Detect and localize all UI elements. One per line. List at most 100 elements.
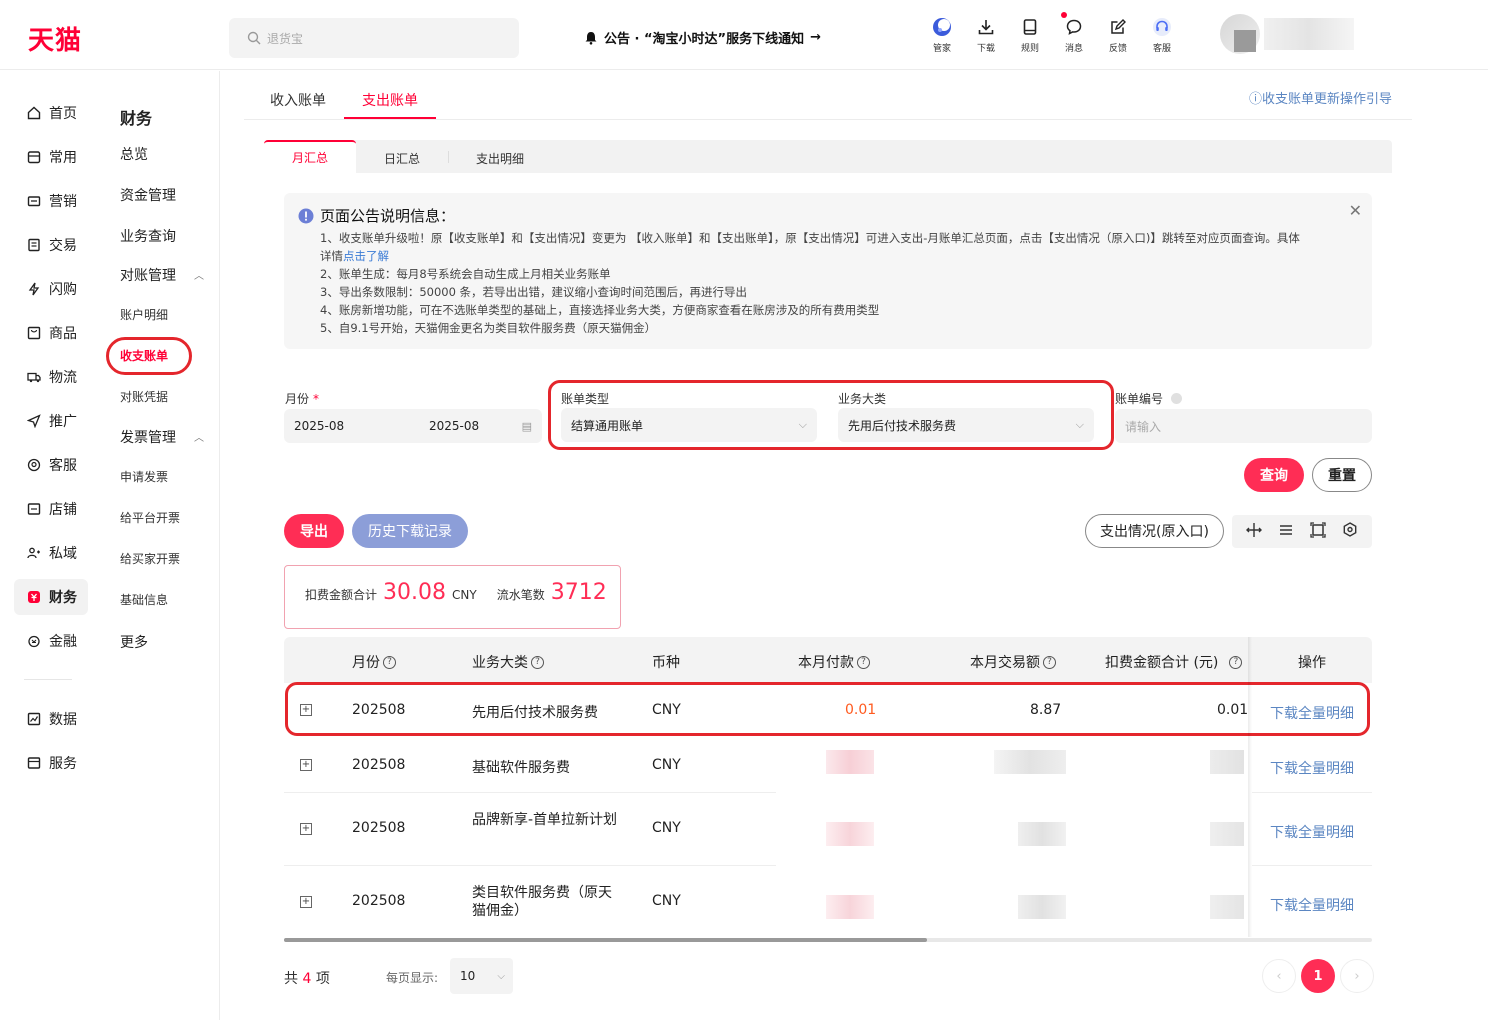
help-icon[interactable]: ?: [857, 655, 870, 669]
help-icon[interactable]: ?: [383, 655, 396, 669]
subnav-item-vouchers[interactable]: 对账凭据: [120, 388, 168, 405]
download-button[interactable]: 下载: [964, 16, 1008, 54]
notice-link[interactable]: 公告 · “淘宝小时达”服务下线通知 →: [584, 28, 821, 47]
nav-item-service[interactable]: 客服: [14, 447, 88, 483]
history-button[interactable]: 历史下载记录: [352, 514, 468, 548]
nav-item-flash[interactable]: 闪购: [14, 271, 88, 307]
info-icon: [298, 208, 314, 223]
annotation-box-row: [285, 682, 1370, 736]
reset-button[interactable]: 重置: [1312, 458, 1372, 492]
column-header-month[interactable]: 月份?: [352, 652, 396, 672]
arrow-right-icon: →: [810, 30, 821, 45]
download-detail-link[interactable]: 下载全量明细: [1270, 758, 1354, 778]
cell-month: 202508: [352, 893, 406, 909]
tab-expense[interactable]: 支出账单: [362, 90, 418, 110]
customer-service-button[interactable]: 客服: [1140, 16, 1184, 54]
announcement-line: 4、账房新增功能，可在不选账单类型的基础上，直接选择业务大类，方便商家查看在账房…: [320, 303, 880, 317]
subnav-item-account-detail[interactable]: 账户明细: [120, 306, 168, 323]
month-range-picker[interactable]: 2025-08 2025-08 ▤: [284, 409, 542, 443]
column-header-fee-total[interactable]: 扣费金额合计 (元)?: [1105, 652, 1243, 672]
message-button[interactable]: 消息: [1052, 12, 1096, 54]
assistant-button[interactable]: 管家: [920, 16, 964, 54]
bell-icon: [585, 31, 597, 45]
nav-item-trade[interactable]: 交易: [14, 227, 88, 263]
bank-icon: [26, 633, 42, 649]
query-button[interactable]: 查询: [1244, 458, 1304, 492]
density-icon[interactable]: [1278, 522, 1294, 542]
bill-no-input[interactable]: 请输入: [1115, 409, 1372, 443]
nav-item-finance[interactable]: 财务: [14, 579, 88, 615]
nav-item-label: 营销: [49, 194, 77, 210]
expand-row-icon[interactable]: +: [300, 823, 312, 835]
subnav-item-business-query[interactable]: 业务查询: [120, 226, 176, 246]
tab-income[interactable]: 收入账单: [270, 90, 326, 110]
subnav-item-funds[interactable]: 资金管理: [120, 185, 176, 205]
help-icon[interactable]: ?: [531, 655, 544, 669]
nav-item-private-domain[interactable]: 私域: [14, 535, 88, 571]
column-header-category[interactable]: 业务大类?: [472, 652, 544, 672]
search-input[interactable]: 退货宝: [229, 18, 519, 58]
column-move-icon[interactable]: [1246, 522, 1262, 542]
help-icon[interactable]: ?: [1229, 655, 1243, 669]
month-end[interactable]: 2025-08: [429, 419, 479, 433]
nav-item-goods[interactable]: 商品: [14, 315, 88, 351]
nav-item-promote[interactable]: 推广: [14, 403, 88, 439]
guide-link[interactable]: ⓘ收支账单更新操作引导: [1249, 88, 1392, 107]
nav-item-bank[interactable]: 金融: [14, 623, 88, 659]
nav-item-frequent[interactable]: 常用: [14, 139, 88, 175]
download-detail-link[interactable]: 下载全量明细: [1270, 895, 1354, 915]
page-button-current[interactable]: 1: [1301, 959, 1335, 993]
cell-currency: CNY: [652, 893, 681, 909]
subnav-item-overview[interactable]: 总览: [120, 144, 148, 164]
subtab-expense-detail[interactable]: 支出明细: [476, 150, 524, 167]
headset-icon: [1153, 18, 1171, 36]
nav-item-label: 客服: [49, 458, 77, 474]
expand-row-icon[interactable]: +: [300, 896, 312, 908]
subnav-item-apply-invoice[interactable]: 申请发票: [120, 468, 168, 485]
old-entry-button[interactable]: 支出情况(原入口): [1085, 514, 1224, 548]
rules-button[interactable]: 规则: [1008, 16, 1052, 54]
nav-item-label: 物流: [49, 370, 77, 386]
expand-row-icon[interactable]: +: [300, 759, 312, 771]
next-page-button[interactable]: ›: [1340, 959, 1374, 993]
column-header-trade-amount[interactable]: 本月交易额?: [970, 652, 1056, 672]
annotation-circle-bills: [106, 337, 192, 375]
announcement-panel: 页面公告说明信息： ✕ 1、收支账单升级啦！原【收支账单】和【支出情况】变更为 …: [284, 193, 1372, 349]
per-page-select[interactable]: 10 ⌵: [450, 958, 513, 994]
month-label-text: 月份: [285, 392, 310, 406]
column-header-label: 业务大类: [472, 655, 528, 671]
subtab-daily[interactable]: 日汇总: [384, 150, 420, 167]
subnav-item-invoice-buyer[interactable]: 给买家开票: [120, 550, 180, 567]
subnav-item-basic-info[interactable]: 基础信息: [120, 591, 168, 608]
learn-more-link[interactable]: 点击了解: [343, 249, 389, 263]
nav-item-store[interactable]: 店铺: [14, 491, 88, 527]
download-detail-link[interactable]: 下载全量明细: [1270, 822, 1354, 842]
subnav-item-more[interactable]: 更多: [120, 632, 148, 652]
export-button[interactable]: 导出: [284, 514, 344, 548]
subtab-monthly[interactable]: 月汇总: [264, 140, 356, 173]
help-icon[interactable]: ?: [1043, 655, 1056, 669]
nav-item-services[interactable]: 服务: [14, 745, 88, 781]
fee-total-label: 扣费金额合计: [305, 588, 378, 602]
column-header-payment[interactable]: 本月付款?: [798, 652, 870, 672]
fee-total-value: 30.08: [383, 580, 446, 605]
nav-item-marketing[interactable]: 营销: [14, 183, 88, 219]
tmall-logo[interactable]: 天猫: [28, 20, 82, 57]
feedback-button[interactable]: 反馈: [1096, 16, 1140, 54]
prev-page-button[interactable]: ‹: [1262, 959, 1296, 993]
nav-item-logistics[interactable]: 物流: [14, 359, 88, 395]
user-avatar[interactable]: [1220, 14, 1380, 54]
settings-gear-icon[interactable]: [1342, 521, 1358, 542]
subnav-group-invoice[interactable]: 发票管理 ︿: [120, 427, 210, 447]
nav-item-label: 数据: [49, 712, 77, 728]
close-icon[interactable]: ✕: [1349, 201, 1362, 220]
subnav-item-invoice-platform[interactable]: 给平台开票: [120, 509, 180, 526]
month-start[interactable]: 2025-08: [294, 419, 344, 433]
cell-currency: CNY: [652, 757, 681, 773]
subnav-group-reconcile[interactable]: 对账管理 ︿: [120, 265, 210, 285]
nav-item-data[interactable]: 数据: [14, 701, 88, 737]
fullscreen-icon[interactable]: [1310, 521, 1326, 542]
horizontal-scrollbar-thumb[interactable]: [284, 938, 927, 942]
nav-item-home[interactable]: 首页: [14, 95, 88, 131]
nav-item-label: 推广: [49, 414, 77, 430]
